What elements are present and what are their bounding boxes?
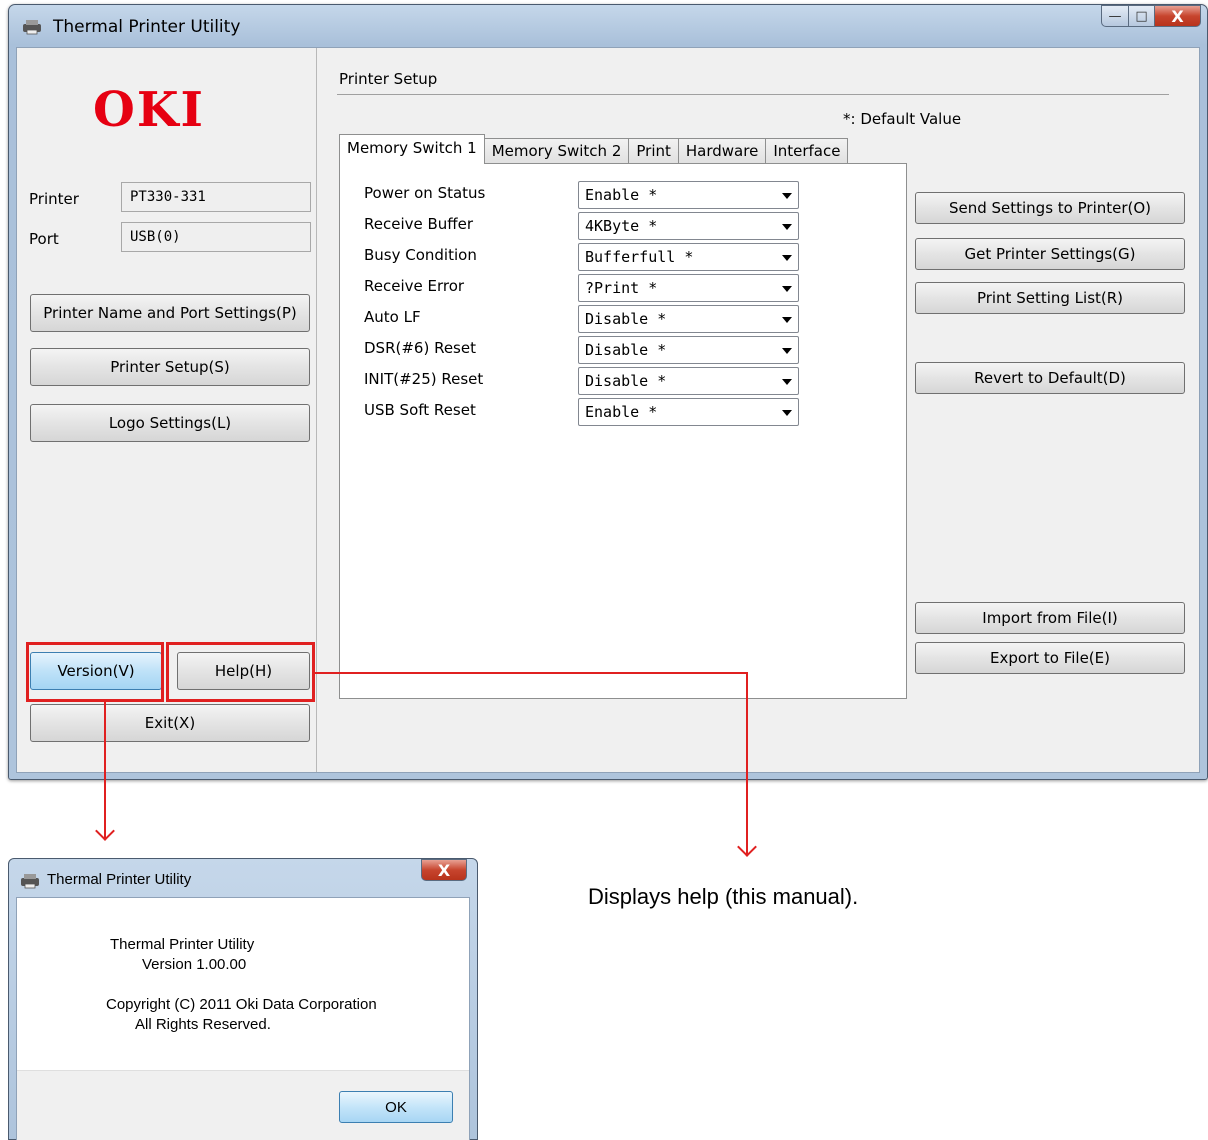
- init-reset-select[interactable]: Disable *: [578, 367, 799, 395]
- dropdown-arrow-icon: [782, 379, 792, 385]
- usb-soft-reset-label: USB Soft Reset: [364, 401, 476, 419]
- help-description: Displays help (this manual).: [588, 884, 859, 909]
- select-value: Disable *: [585, 310, 667, 328]
- about-dialog-title: Thermal Printer Utility: [47, 871, 192, 888]
- auto-lf-select[interactable]: Disable *: [578, 305, 799, 333]
- select-value: Enable *: [585, 403, 658, 421]
- busy-condition-select[interactable]: Bufferfull *: [578, 243, 799, 271]
- dropdown-arrow-icon: [782, 286, 792, 292]
- port-field: USB(0): [121, 222, 311, 252]
- about-version: Version 1.00.00: [142, 956, 247, 973]
- usb-soft-reset-select[interactable]: Enable *: [578, 398, 799, 426]
- tab-memory-switch-1[interactable]: Memory Switch 1: [339, 134, 485, 164]
- version-connector-line: [104, 702, 106, 840]
- exit-button[interactable]: Exit(X): [30, 704, 310, 742]
- close-icon: X: [437, 860, 451, 880]
- power-on-status-label: Power on Status: [364, 184, 486, 202]
- version-arrow-icon: [95, 821, 115, 841]
- send-settings-button[interactable]: Send Settings to Printer(O): [915, 192, 1185, 224]
- printer-name-port-settings-button[interactable]: Printer Name and Port Settings(P): [30, 294, 310, 332]
- get-printer-settings-button[interactable]: Get Printer Settings(G): [915, 238, 1185, 270]
- caption-buttons: — □ X: [1101, 5, 1201, 27]
- help-connector-horizontal: [315, 672, 747, 674]
- oki-logo: OKI: [93, 82, 205, 138]
- help-highlight-box: [166, 642, 315, 702]
- port-label: Port: [29, 230, 59, 248]
- dropdown-arrow-icon: [782, 317, 792, 323]
- select-value: ?Print *: [585, 279, 658, 297]
- about-dialog-footer: OK: [17, 1070, 469, 1140]
- ok-button[interactable]: OK: [339, 1091, 453, 1123]
- tab-memory-switch-2[interactable]: Memory Switch 2: [483, 138, 630, 164]
- dropdown-arrow-icon: [782, 255, 792, 261]
- select-value: Enable *: [585, 186, 658, 204]
- receive-buffer-label: Receive Buffer: [364, 215, 474, 233]
- about-product-name: Thermal Printer Utility: [110, 936, 255, 953]
- busy-condition-label: Busy Condition: [364, 246, 477, 264]
- dropdown-arrow-icon: [782, 193, 792, 199]
- memory-switch-1-panel: Power on Status Enable * Receive Buffer …: [339, 163, 907, 699]
- revert-to-default-button[interactable]: Revert to Default(D): [915, 362, 1185, 394]
- heading-divider: [337, 94, 1169, 95]
- auto-lf-label: Auto LF: [364, 308, 421, 326]
- about-copyright: Copyright (C) 2011 Oki Data Corporation: [106, 996, 377, 1013]
- maximize-icon: □: [1135, 8, 1148, 24]
- tab-interface[interactable]: Interface: [765, 138, 849, 164]
- printer-setup-heading: Printer Setup: [339, 70, 438, 88]
- receive-error-label: Receive Error: [364, 277, 465, 295]
- about-dialog-body: Thermal Printer Utility Version 1.00.00 …: [17, 898, 469, 1070]
- printer-app-icon: [21, 874, 39, 889]
- title-bar[interactable]: Thermal Printer Utility — □ X: [9, 5, 1207, 49]
- print-setting-list-button[interactable]: Print Setting List(R): [915, 282, 1185, 314]
- settings-tabs: Memory Switch 1 Memory Switch 2 Print Ha…: [339, 134, 849, 164]
- dropdown-arrow-icon: [782, 410, 792, 416]
- receive-buffer-select[interactable]: 4KByte *: [578, 212, 799, 240]
- select-value: Bufferfull *: [585, 248, 694, 266]
- select-value: Disable *: [585, 372, 667, 390]
- tab-hardware[interactable]: Hardware: [677, 138, 767, 164]
- close-icon: X: [1171, 6, 1184, 26]
- power-on-status-select[interactable]: Enable *: [578, 181, 799, 209]
- export-to-file-button[interactable]: Export to File(E): [915, 642, 1185, 674]
- printer-field: PT330-331: [121, 182, 311, 212]
- printer-label: Printer: [29, 190, 79, 208]
- tab-print[interactable]: Print: [628, 138, 679, 164]
- about-dialog-client: Thermal Printer Utility Version 1.00.00 …: [16, 897, 470, 1140]
- dropdown-arrow-icon: [782, 224, 792, 230]
- dsr-reset-label: DSR(#6) Reset: [364, 339, 476, 357]
- about-rights: All Rights Reserved.: [135, 1016, 271, 1033]
- receive-error-select[interactable]: ?Print *: [578, 274, 799, 302]
- minimize-button[interactable]: —: [1101, 5, 1129, 27]
- printer-setup-button[interactable]: Printer Setup(S): [30, 348, 310, 386]
- logo-settings-button[interactable]: Logo Settings(L): [30, 404, 310, 442]
- dropdown-arrow-icon: [782, 348, 792, 354]
- printer-app-icon: [23, 20, 41, 35]
- help-connector-vertical: [746, 672, 748, 856]
- version-highlight-box: [26, 642, 164, 702]
- about-close-button[interactable]: X: [421, 859, 467, 881]
- dsr-reset-select[interactable]: Disable *: [578, 336, 799, 364]
- close-button[interactable]: X: [1155, 5, 1201, 27]
- about-dialog: Thermal Printer Utility X Thermal Printe…: [8, 858, 478, 1140]
- import-from-file-button[interactable]: Import from File(I): [915, 602, 1185, 634]
- select-value: Disable *: [585, 341, 667, 359]
- window-title: Thermal Printer Utility: [53, 17, 241, 37]
- minimize-icon: —: [1108, 8, 1122, 24]
- select-value: 4KByte *: [585, 217, 658, 235]
- maximize-button[interactable]: □: [1129, 5, 1155, 27]
- init-reset-label: INIT(#25) Reset: [364, 370, 484, 388]
- help-arrow-icon: [737, 837, 757, 857]
- default-value-note: *: Default Value: [843, 110, 962, 128]
